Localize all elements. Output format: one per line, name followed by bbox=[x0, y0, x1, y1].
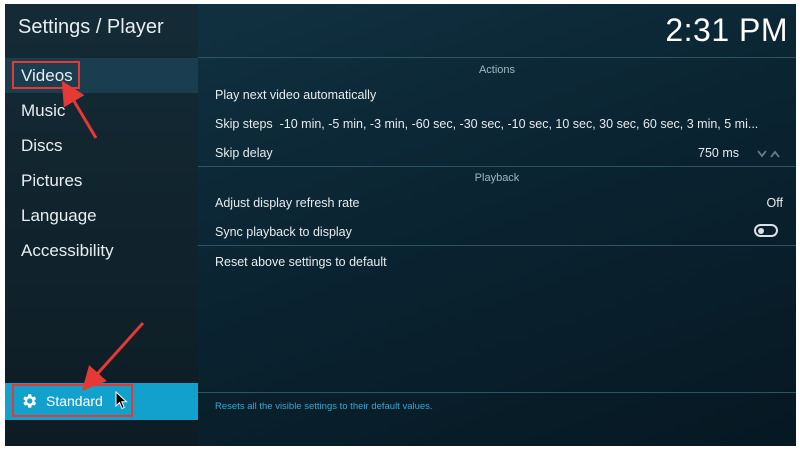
setting-skip-steps[interactable]: Skip steps -10 min, -5 min, -3 min, -60 … bbox=[215, 117, 783, 131]
section-header-playback: Playback bbox=[474, 172, 520, 184]
sidebar-item-language[interactable]: Language bbox=[5, 198, 198, 233]
spinner-arrows-icon[interactable] bbox=[757, 149, 783, 159]
annotation-box-videos bbox=[12, 61, 80, 89]
setting-label: Sync playback to display bbox=[215, 225, 352, 239]
setting-play-next-video[interactable]: Play next video automatically bbox=[215, 88, 783, 102]
kodi-settings-window: Settings / Player Videos Music Discs Pic… bbox=[5, 4, 796, 446]
sidebar-item-discs[interactable]: Discs bbox=[5, 128, 198, 163]
sidebar-item-accessibility[interactable]: Accessibility bbox=[5, 233, 198, 268]
setting-description: Resets all the visible settings to their… bbox=[215, 401, 433, 412]
setting-skip-delay[interactable]: Skip delay 750 ms bbox=[215, 146, 783, 160]
sync-playback-toggle[interactable] bbox=[754, 224, 778, 237]
footer-divider bbox=[198, 392, 796, 393]
sidebar-item-music[interactable]: Music bbox=[5, 93, 198, 128]
setting-value: -10 min, -5 min, -3 min, -60 sec, -30 se… bbox=[279, 117, 759, 131]
setting-adjust-refresh-rate[interactable]: Adjust display refresh rate Off bbox=[215, 196, 783, 210]
clock: 2:31 PM bbox=[665, 12, 788, 48]
setting-value: 750 ms bbox=[698, 146, 739, 160]
annotation-box-standard bbox=[12, 384, 133, 417]
setting-label: Reset above settings to default bbox=[215, 255, 387, 269]
section-header-actions: Actions bbox=[478, 64, 516, 76]
setting-sync-playback[interactable]: Sync playback to display bbox=[215, 225, 783, 239]
sidebar-item-pictures[interactable]: Pictures bbox=[5, 163, 198, 198]
setting-reset-defaults[interactable]: Reset above settings to default bbox=[215, 255, 783, 269]
section-divider bbox=[198, 166, 796, 167]
setting-label: Play next video automatically bbox=[215, 88, 377, 102]
section-divider bbox=[198, 245, 796, 246]
setting-label: Skip delay bbox=[215, 146, 273, 160]
header-divider bbox=[198, 57, 796, 58]
setting-label: Skip steps bbox=[215, 117, 273, 131]
toggle-knob bbox=[758, 228, 764, 234]
setting-label: Adjust display refresh rate bbox=[215, 196, 360, 210]
setting-value: Off bbox=[766, 196, 783, 210]
page-title: Settings / Player bbox=[18, 16, 164, 38]
